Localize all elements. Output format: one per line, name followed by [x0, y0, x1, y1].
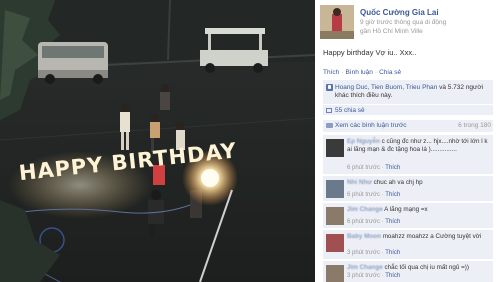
comment-item: Nhi Như chuc ah va chj hp 6 phút trước ·…	[323, 175, 493, 201]
likers-names[interactable]: Hoang Duc, Tien Buom, Trieu Phan	[335, 84, 437, 91]
comment-like-link[interactable]: Thích	[385, 250, 400, 256]
parked-van	[38, 42, 108, 84]
comment-time[interactable]: 3 phút trước	[347, 250, 380, 256]
commenter-avatar[interactable]	[326, 139, 344, 157]
commenter-name[interactable]: Jim Change	[347, 264, 383, 271]
commenter-name[interactable]: Jim Change	[347, 206, 383, 213]
comment-item: Ep Nguyễn c cũng đc như z... hjx....nhờ …	[323, 134, 493, 174]
view-previous-comments[interactable]: Xem các bình luận trước 6 trong 180	[323, 120, 493, 132]
comment-like-link[interactable]: Thích	[385, 273, 400, 279]
comment-meta: 6 phút trước · Thích	[347, 219, 401, 225]
action-separator: ·	[374, 69, 378, 76]
photo-scene: HAPPY BIRTHDAY	[0, 0, 315, 282]
commenter-name[interactable]: Baby Moon	[347, 233, 381, 240]
comment-meta: 6 phút trước · Thích	[347, 165, 401, 171]
view-previous-label[interactable]: Xem các bình luận trước	[335, 122, 406, 129]
post-caption: Happy birthday Vợ iu.. Xxx..	[323, 48, 417, 57]
commenter-name[interactable]: Nhi Như	[347, 179, 372, 186]
comment-meta: 3 phút trước · Thích	[347, 273, 401, 279]
post-location[interactable]: gần Hồ Chí Minh Ville	[360, 28, 498, 37]
like-link[interactable]: Thích	[323, 69, 339, 76]
avatar-image-icon	[320, 5, 354, 39]
shares-count[interactable]: 55 chia sẻ	[335, 107, 365, 114]
commenter-avatar[interactable]	[326, 265, 344, 282]
comment-body: Jim Change chắc tối qua chị iu mất ngủ =…	[347, 264, 491, 272]
share-link[interactable]: Chia sẻ	[379, 69, 401, 76]
comment-time[interactable]: 3 phút trước	[347, 273, 380, 279]
action-separator: ·	[341, 69, 344, 76]
comment-text: moahzz moahzz a Cường tuyệt vời	[382, 233, 482, 240]
comment-link[interactable]: Bình luận	[345, 69, 372, 76]
comment-text: chuc ah va chj hp	[373, 179, 423, 186]
commenter-name[interactable]: Ep Nguyễn	[347, 138, 380, 145]
page-name-link[interactable]: Quốc Cường Gia Lai	[360, 8, 439, 17]
comment-body: Jim Change A lãng mạng =x	[347, 206, 491, 214]
comment-meta: 6 phút trước · Thích	[347, 192, 401, 198]
post-time-source[interactable]: 9 giờ trước thông qua di động	[360, 19, 498, 28]
comment-like-link[interactable]: Thích	[385, 165, 400, 171]
post-header: Quốc Cường Gia Lai 9 giờ trước thông qua…	[320, 5, 498, 41]
comment-meta: 3 phút trước · Thích	[347, 250, 401, 256]
comment-item: Jim Change chắc tối qua chị iu mất ngủ =…	[323, 260, 493, 282]
post-meta: 9 giờ trước thông qua di động gần Hồ Chí…	[360, 19, 498, 36]
thumbs-up-icon	[326, 84, 333, 91]
comment-like-link[interactable]: Thích	[385, 219, 400, 225]
comment-body: Baby Moon moahzz moahzz a Cường tuyệt vờ…	[347, 233, 491, 241]
post-actions: Thích · Bình luận · Chia sẻ	[323, 69, 401, 76]
comment-bubble-icon	[326, 123, 333, 128]
comment-time[interactable]: 6 phút trước	[347, 165, 380, 171]
comment-time[interactable]: 6 phút trước	[347, 192, 380, 198]
post-photo[interactable]: HAPPY BIRTHDAY	[0, 0, 315, 282]
comment-item: Jim Change A lãng mạng =x 6 phút trước ·…	[323, 202, 493, 228]
comment-body: Ep Nguyễn c cũng đc như z... hjx....nhờ …	[347, 138, 491, 154]
comment-like-link[interactable]: Thích	[385, 192, 400, 198]
commenter-avatar[interactable]	[326, 180, 344, 198]
commenter-avatar[interactable]	[326, 207, 344, 225]
comment-text: A lãng mạng =x	[384, 206, 428, 213]
comment-count: 6 trong 180	[458, 122, 491, 129]
post-side-panel: Quốc Cường Gia Lai 9 giờ trước thông qua…	[315, 0, 500, 282]
comment-text: chắc tối qua chị iu mất ngủ =))	[384, 264, 469, 271]
comment-item: Baby Moon moahzz moahzz a Cường tuyệt vờ…	[323, 229, 493, 259]
comment-body: Nhi Như chuc ah va chj hp	[347, 179, 491, 187]
page-avatar[interactable]	[320, 5, 354, 39]
commenter-avatar[interactable]	[326, 234, 344, 252]
shares-row[interactable]: 55 chia sẻ	[323, 104, 493, 115]
share-icon	[326, 108, 332, 113]
comment-time[interactable]: 6 phút trước	[347, 219, 380, 225]
